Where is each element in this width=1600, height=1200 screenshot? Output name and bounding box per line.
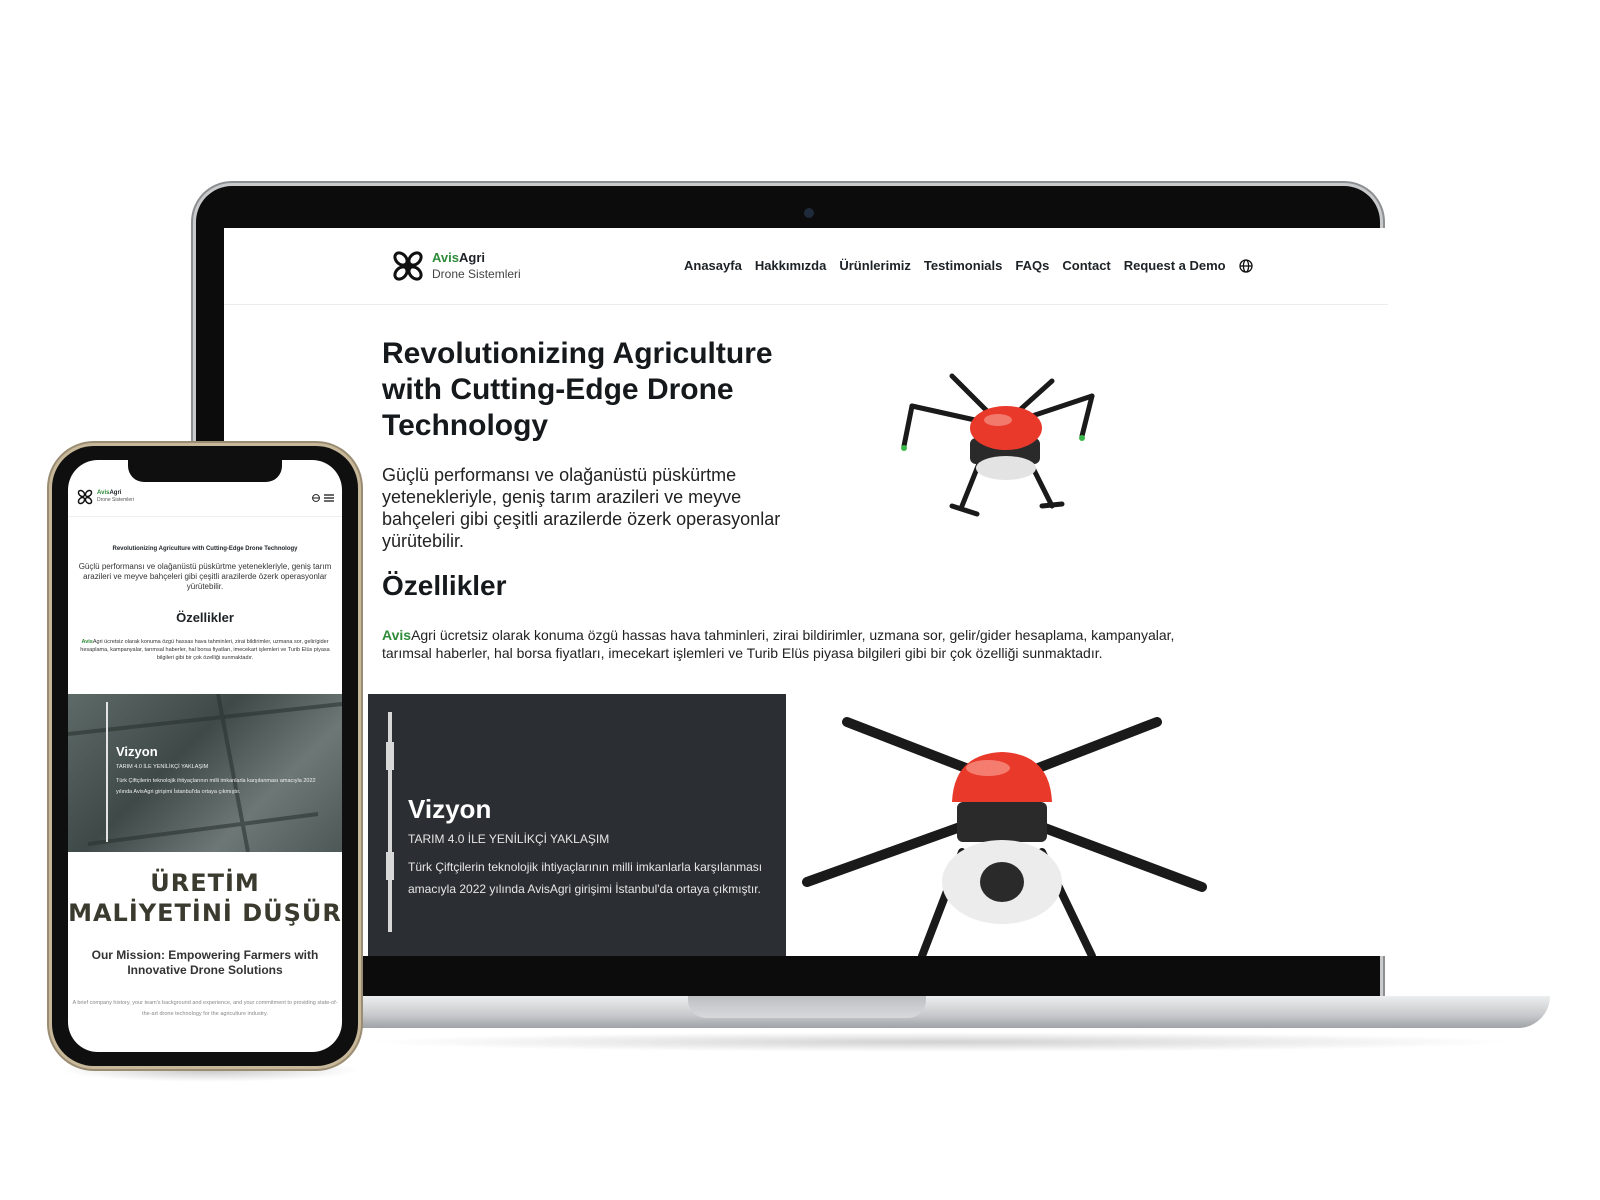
globe-icon[interactable]: [1238, 258, 1253, 273]
drone-large-image: [802, 717, 1207, 956]
mobile-header-icons: [312, 494, 334, 502]
drone-logo-icon: [393, 251, 423, 281]
vision-text: Türk Çiftçilerin teknolojik ihtiyaçların…: [408, 860, 763, 896]
laptop-base: [330, 996, 1550, 1028]
mobile-hero-text: Güçlü performansı ve olağanüstü püskürtm…: [78, 562, 332, 591]
hero-title: Revolutionizing Agriculture with Cutting…: [382, 337, 773, 442]
brand-name: AvisAgri: [432, 250, 485, 265]
mobile-company-brief: A brief company history, your team's bac…: [72, 1000, 338, 1017]
nav-testimonials[interactable]: Testimonials: [924, 258, 1003, 273]
drone-logo-icon: [77, 489, 93, 505]
mobile-site: AvisAgri Drone Sistemleri Revolutionizin…: [68, 460, 342, 1052]
laptop-shadow: [360, 1032, 1520, 1052]
laptop-hinge-notch: [688, 996, 926, 1018]
vision-panel: Vizyon TARIM 4.0 İLE YENİLİKÇİ YAKLAŞIM …: [368, 694, 786, 956]
mobile-features-title: Özellikler: [176, 610, 234, 625]
nav-products[interactable]: Ürünlerimiz: [839, 258, 911, 273]
camera-icon: [804, 208, 814, 218]
vision-decor-bar: [386, 712, 394, 932]
vision-title: Vizyon: [408, 794, 492, 824]
logo[interactable]: AvisAgri Drone Sistemleri: [390, 248, 521, 284]
nav-faqs[interactable]: FAQs: [1015, 258, 1049, 273]
mobile-vision-text: Türk Çiftçilerin teknolojik ihtiyaçların…: [116, 778, 316, 795]
hamburger-menu-icon[interactable]: [324, 494, 334, 502]
mobile-vision-background: [68, 694, 342, 852]
mobile-vision-title: Vizyon: [116, 744, 158, 759]
mobile-brand-name: AvisAgri: [97, 490, 122, 496]
brand-subtitle: Drone Sistemleri: [432, 267, 521, 281]
nav-about[interactable]: Hakkımızda: [755, 258, 827, 273]
nav-request-demo[interactable]: Request a Demo: [1124, 258, 1226, 273]
features-text: AvisAgri ücretsiz olarak konuma özgü has…: [382, 627, 1175, 661]
nav-home[interactable]: Anasayfa: [684, 258, 742, 273]
main-nav: Anasayfa Hakkımızda Ürünlerimiz Testimon…: [684, 258, 1253, 273]
mobile-vision-panel: Vizyon TARIM 4.0 İLE YENİLİKÇİ YAKLAŞIM …: [68, 694, 342, 852]
desktop-site: AvisAgri Drone Sistemleri Anasayfa Hakkı…: [224, 228, 1388, 956]
vision-subtitle: TARIM 4.0 İLE YENİLİKÇİ YAKLAŞIM: [408, 832, 610, 846]
mobile-brand-subtitle: Drone Sistemleri: [97, 497, 134, 503]
globe-icon[interactable]: [312, 494, 320, 502]
mobile-vision-decor-bar: [106, 702, 108, 842]
features-title: Özellikler: [382, 570, 507, 601]
mobile-cost-headline: ÜRETİM MALİYETİNİ DÜŞÜR: [68, 869, 342, 927]
mobile-features-text: AvisAgri ücretsiz olarak konuma özgü has…: [80, 639, 330, 661]
drone-image: [901, 373, 1095, 517]
mobile-mission-title: Our Mission: Empowering Farmers with Inn…: [91, 948, 319, 977]
phone-notch: [128, 460, 282, 482]
site-header: AvisAgri Drone Sistemleri Anasayfa Hakkı…: [224, 228, 1388, 305]
nav-contact[interactable]: Contact: [1062, 258, 1110, 273]
hero-text: Güçlü performansı ve olağanüstü püskürtm…: [382, 465, 781, 551]
mobile-hero-title: Revolutionizing Agriculture with Cutting…: [112, 546, 298, 552]
mobile-logo[interactable]: AvisAgri Drone Sistemleri: [76, 488, 134, 506]
mobile-header-divider: [68, 516, 342, 517]
mobile-vision-subtitle: TARIM 4.0 İLE YENİLİKÇİ YAKLAŞIM: [116, 764, 209, 770]
